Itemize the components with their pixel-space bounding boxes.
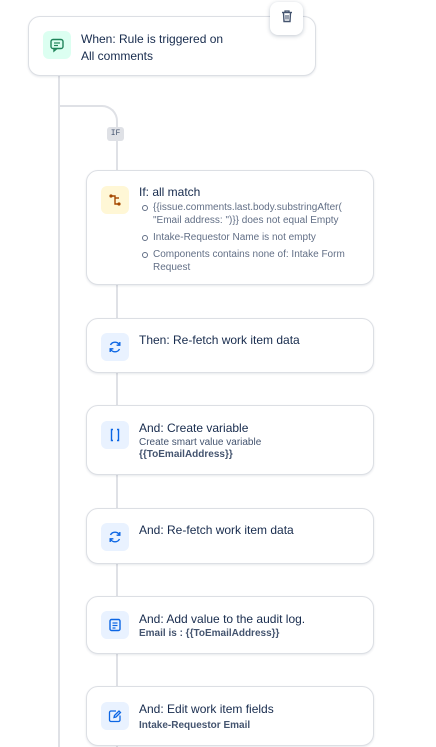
action-title: And: Re-fetch work item data (139, 523, 294, 537)
condition-item: {{issue.comments.last.body.substringAfte… (142, 201, 353, 227)
action-subtitle: Create smart value variable (139, 437, 262, 448)
action-card-refetch[interactable]: And: Re-fetch work item data (86, 508, 374, 564)
refresh-icon (101, 333, 129, 361)
if-badge: IF (107, 127, 124, 141)
trigger-title: When: Rule is triggered on (81, 32, 224, 46)
edit-icon (101, 702, 129, 730)
condition-item: Components contains none of: Intake Form… (142, 248, 353, 274)
action-card-refetch[interactable]: Then: Re-fetch work item data (86, 318, 374, 373)
trigger-subtitle: All comments (81, 49, 154, 63)
action-detail: {{ToEmailAddress}} (139, 449, 233, 460)
condition-list: {{issue.comments.last.body.substringAfte… (139, 201, 353, 278)
comment-icon (43, 31, 71, 59)
delete-button[interactable] (270, 2, 303, 35)
action-detail: Email is : {{ToEmailAddress}} (139, 628, 280, 639)
action-detail: Intake-Requestor Email (139, 720, 251, 731)
condition-item: Intake-Requestor Name is not empty (142, 231, 353, 244)
refresh-icon (101, 523, 129, 551)
action-title: Then: Re-fetch work item data (139, 333, 300, 347)
action-card-edit-fields[interactable]: And: Edit work item fields Intake-Reques… (86, 686, 374, 746)
action-card-create-variable[interactable]: And: Create variable Create smart value … (86, 405, 374, 475)
trash-icon (280, 9, 294, 28)
action-title: And: Add value to the audit log. (139, 612, 306, 626)
braces-icon (101, 421, 129, 449)
condition-title: If: all match (139, 185, 201, 199)
action-title: And: Edit work item fields (139, 702, 274, 716)
action-title: And: Create variable (139, 421, 249, 435)
main-connector (58, 75, 60, 747)
log-icon (101, 611, 129, 639)
branch-icon (101, 186, 129, 214)
action-card-audit-log[interactable]: And: Add value to the audit log. Email i… (86, 596, 374, 654)
condition-card[interactable]: If: all match {{issue.comments.last.body… (86, 170, 374, 285)
